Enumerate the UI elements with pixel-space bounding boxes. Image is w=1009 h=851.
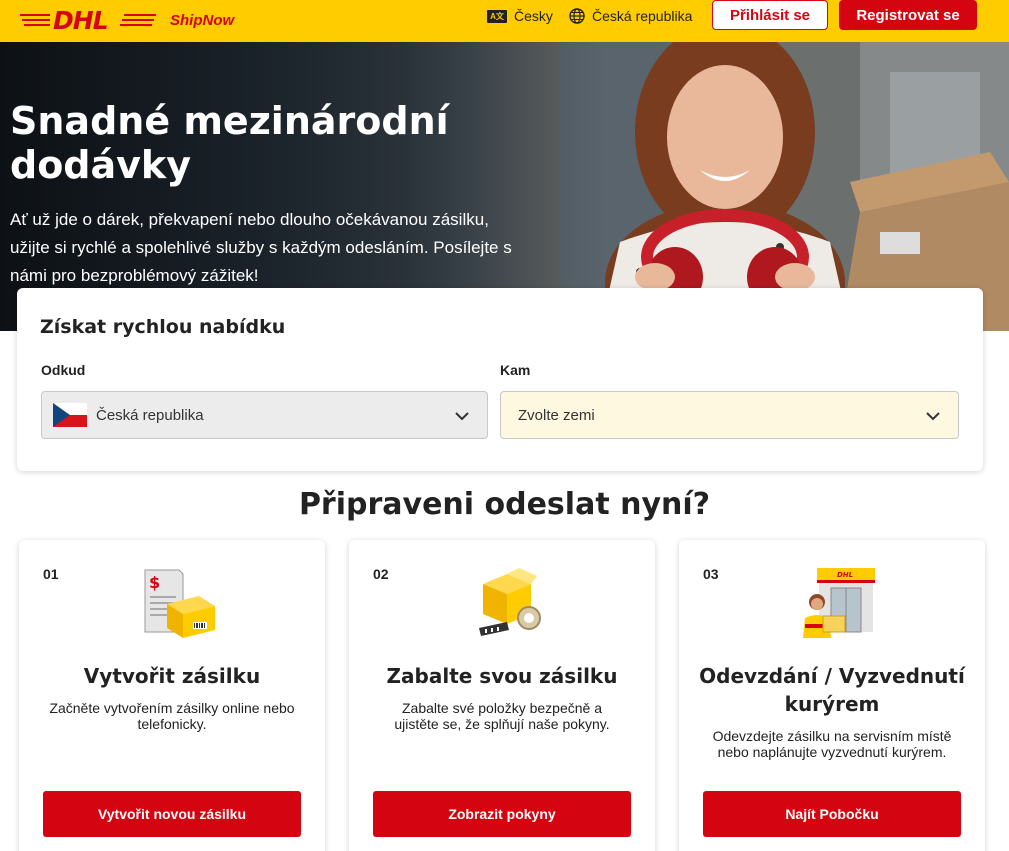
to-country-select[interactable]: Zvolte zemi xyxy=(500,391,959,439)
product-name: ShipNow xyxy=(170,12,235,29)
step-title: Odevzdání / Vyzvednutí kurýrem xyxy=(699,664,965,716)
step-number: 02 xyxy=(373,566,389,582)
step-title: Vytvořit zásilku xyxy=(83,664,261,688)
create-shipment-button[interactable]: Vytvořit novou zásilku xyxy=(43,791,301,837)
find-branch-button[interactable]: Najít Pobočku xyxy=(703,791,961,837)
step-number: 03 xyxy=(703,566,719,582)
country-selector[interactable]: Česká republika xyxy=(569,8,692,24)
to-label: Kam xyxy=(500,362,531,378)
svg-text:$: $ xyxy=(149,573,160,592)
svg-text:DHL: DHL xyxy=(837,571,853,579)
register-button[interactable]: Registrovat se xyxy=(839,0,977,30)
courier-servicepoint-icon: DHL xyxy=(803,568,875,638)
chevron-down-icon xyxy=(455,412,469,421)
from-country-value: Česká republika xyxy=(96,406,204,424)
hero-text: Ať už jde o dárek, překvapení nebo dlouh… xyxy=(10,210,512,285)
step-description: Zabalte své položky bezpečně a ujistěte … xyxy=(394,700,610,732)
hero-title: Snadné mezinárodní dodávky xyxy=(10,99,449,187)
step-card-create: 01 $ Vytvořit zásilku Začněte vytvořením… xyxy=(19,540,325,851)
from-country-select[interactable]: Česká republika xyxy=(41,391,488,439)
language-icon: A文 xyxy=(487,9,507,23)
package-tape-icon xyxy=(479,568,541,636)
step-card-dropoff: 03 DHL Odevzdání / Vyzvednutí kurýrem Od… xyxy=(679,540,985,851)
czech-flag-icon xyxy=(53,403,87,427)
login-button[interactable]: Přihlásit se xyxy=(712,0,828,30)
globe-icon xyxy=(569,8,585,24)
step-title: Zabalte svou zásilku xyxy=(386,664,618,688)
language-label: Česky xyxy=(514,8,553,24)
from-label: Odkud xyxy=(41,362,86,378)
step-number: 01 xyxy=(43,566,59,582)
language-selector[interactable]: A文 Česky xyxy=(487,8,553,24)
country-label: Česká republika xyxy=(592,8,693,24)
top-header: DHL ShipNow A文 Česky Česká republika Při… xyxy=(0,0,1009,42)
quick-quote-card: Získat rychlou nabídku Odkud Česká repub… xyxy=(17,288,983,471)
view-guidelines-button[interactable]: Zobrazit pokyny xyxy=(373,791,631,837)
chevron-down-icon xyxy=(926,412,940,421)
dhl-logo[interactable]: DHL xyxy=(20,5,158,35)
step-description: Začněte vytvořením zásilky online nebo t… xyxy=(49,700,295,732)
dhl-logo-text: DHL xyxy=(53,6,109,35)
to-country-placeholder: Zvolte zemi xyxy=(518,406,595,424)
shipment-document-icon: $ xyxy=(144,569,215,638)
step-description: Odevzdejte zásilku na servisním místě ne… xyxy=(712,728,952,760)
section-title: Připraveni odeslat nyní? xyxy=(298,487,711,522)
step-card-pack: 02 Zabalte svou zásilku Zabalte své polo… xyxy=(349,540,655,851)
quick-quote-title: Získat rychlou nabídku xyxy=(40,316,286,338)
